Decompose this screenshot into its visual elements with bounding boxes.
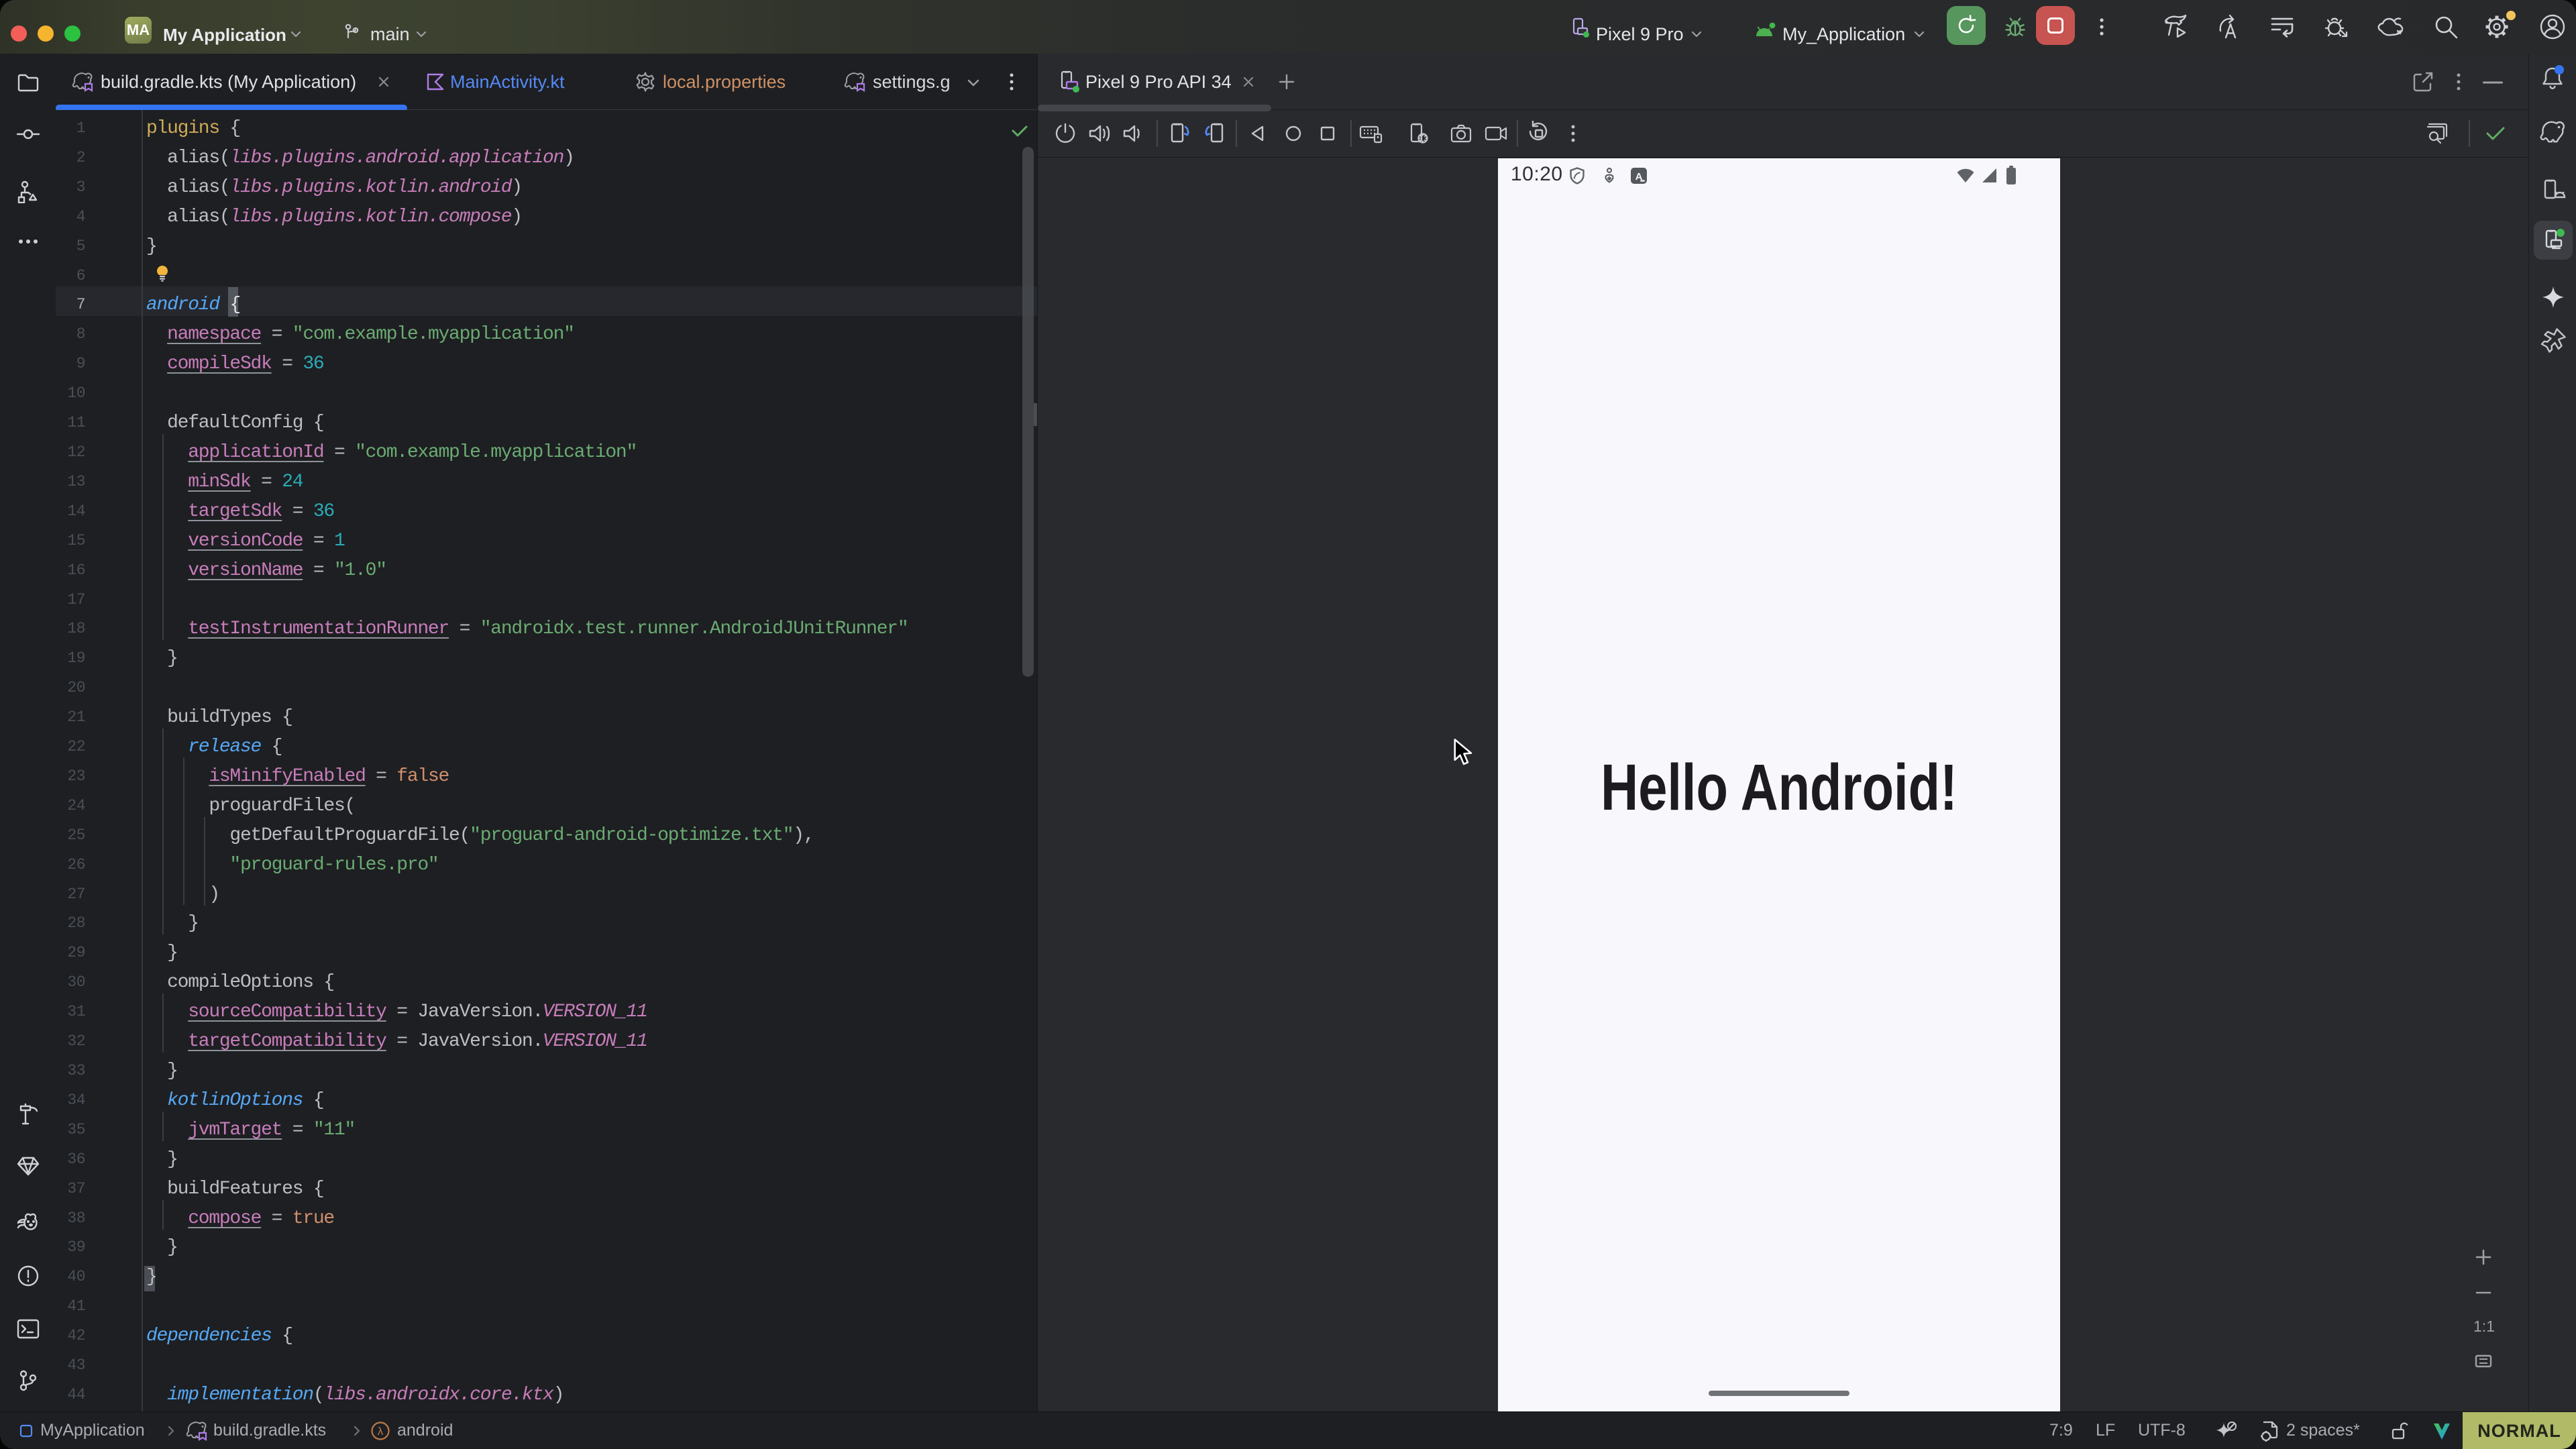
svg-text:λ: λ xyxy=(378,1425,384,1438)
